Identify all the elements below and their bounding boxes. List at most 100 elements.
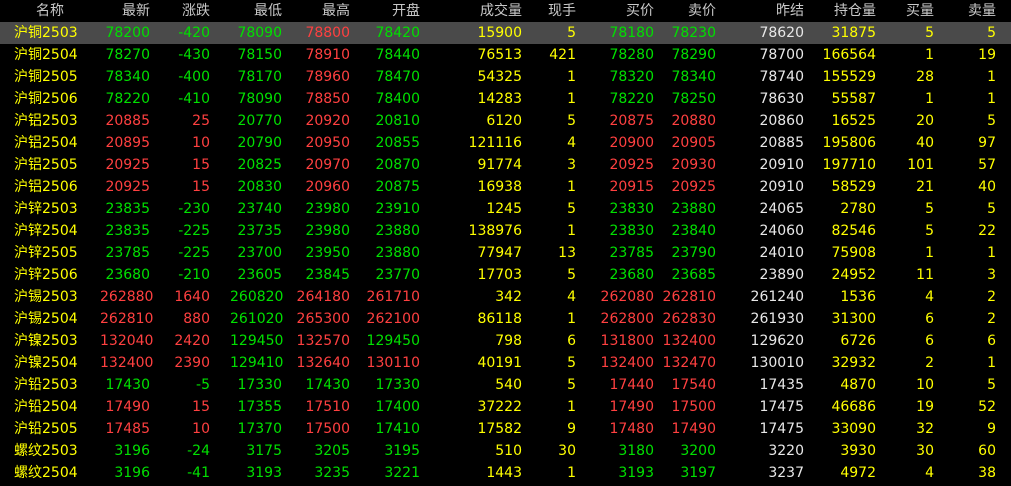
current-lot: 3 (567, 157, 576, 173)
bid-price: 17490 (609, 399, 654, 415)
price-change: 25 (192, 113, 210, 129)
price-change: -420 (178, 25, 210, 41)
bid-qty: 5 (925, 223, 934, 239)
high-price: 23980 (305, 223, 350, 239)
low-price: 78090 (237, 91, 282, 107)
low-price: 261020 (230, 311, 284, 327)
header-ask-qty[interactable]: 卖量 (950, 0, 996, 22)
bid-qty: 4 (925, 289, 934, 305)
open-interest: 31875 (831, 25, 876, 41)
header-open-interest[interactable]: 持仓量 (812, 0, 876, 22)
low-price: 3193 (246, 465, 282, 481)
open-price: 20875 (375, 179, 420, 195)
open-interest: 55587 (831, 91, 876, 107)
ask-price: 3200 (680, 443, 716, 459)
bid-price: 78320 (609, 69, 654, 85)
prev-settle: 17475 (759, 421, 804, 437)
table-row[interactable]: 沪锌2503 23835 -230 23740 23980 23910 1245 5 23830… (0, 198, 1011, 220)
high-price: 3235 (314, 465, 350, 481)
table-row[interactable]: 沪铝2506 20925 15 20830 20960 20875 16938 1 20915 2… (0, 176, 1011, 198)
bid-qty: 1 (925, 47, 934, 63)
table-row[interactable]: 沪铅2505 17485 10 17370 17500 17410 17582 9 17480 1… (0, 418, 1011, 440)
header-name[interactable]: 名称 (36, 0, 80, 22)
high-price: 20920 (305, 113, 350, 129)
contract-name: 沪铝2503 (14, 113, 78, 129)
open-price: 3195 (384, 443, 420, 459)
ask-qty: 22 (978, 223, 996, 239)
ask-qty: 9 (987, 421, 996, 437)
table-row[interactable]: 沪铜2504 78270 -430 78150 78910 78440 76513 421 78… (0, 44, 1011, 66)
header-prev-settle[interactable]: 昨结 (742, 0, 804, 22)
price-change: 1640 (174, 289, 210, 305)
open-interest: 24952 (831, 267, 876, 283)
high-price: 23950 (305, 245, 350, 261)
bid-price: 23830 (609, 223, 654, 239)
header-current-lot[interactable]: 现手 (540, 0, 576, 22)
table-row[interactable]: 沪铅2504 17490 15 17355 17510 17400 37222 1 17490 1… (0, 396, 1011, 418)
open-price: 20870 (375, 157, 420, 173)
volume: 6120 (486, 113, 522, 129)
table-row[interactable]: 沪锡2503 262880 1640 260820 264180 261710 342 4 26… (0, 286, 1011, 308)
table-row[interactable]: 沪锌2504 23835 -225 23735 23980 23880 138976 1 238… (0, 220, 1011, 242)
table-row[interactable]: 沪镍2503 132040 2420 129450 132570 129450 798 6 13… (0, 330, 1011, 352)
bid-price: 78220 (609, 91, 654, 107)
contract-name: 沪镍2504 (14, 355, 78, 371)
price-change: 880 (183, 311, 210, 327)
last-price: 262880 (100, 289, 154, 305)
current-lot: 4 (567, 289, 576, 305)
open-interest: 1536 (840, 289, 876, 305)
price-change: -41 (187, 465, 210, 481)
last-price: 17490 (105, 399, 150, 415)
last-price: 132040 (100, 333, 154, 349)
header-change[interactable]: 涨跌 (160, 0, 210, 22)
price-change: 15 (192, 157, 210, 173)
open-price: 130110 (366, 355, 420, 371)
header-last[interactable]: 最新 (100, 0, 150, 22)
high-price: 23845 (305, 267, 350, 283)
last-price: 23680 (105, 267, 150, 283)
prev-settle: 78620 (759, 25, 804, 41)
table-row[interactable]: 沪铜2505 78340 -400 78170 78960 78470 54325 1 7832… (0, 66, 1011, 88)
bid-price: 3193 (618, 465, 654, 481)
contract-name: 螺纹2504 (14, 465, 78, 481)
low-price: 78090 (237, 25, 282, 41)
price-change: 10 (192, 135, 210, 151)
table-row[interactable]: 沪铅2503 17430 -5 17330 17430 17330 540 5 17440 175… (0, 374, 1011, 396)
header-high[interactable]: 最高 (292, 0, 350, 22)
table-row[interactable]: 沪锌2506 23680 -210 23605 23845 23770 17703 5 2368… (0, 264, 1011, 286)
bid-price: 3180 (618, 443, 654, 459)
open-price: 17330 (375, 377, 420, 393)
header-bid[interactable]: 买价 (600, 0, 654, 22)
ask-price: 23840 (671, 223, 716, 239)
ask-qty: 60 (978, 443, 996, 459)
high-price: 78910 (305, 47, 350, 63)
header-open[interactable]: 开盘 (358, 0, 420, 22)
header-volume[interactable]: 成交量 (462, 0, 522, 22)
table-row[interactable]: 沪镍2504 132400 2390 129410 132640 130110 40191 5… (0, 352, 1011, 374)
table-row[interactable]: 沪铜2506 78220 -410 78090 78850 78400 14283 1 7822… (0, 88, 1011, 110)
low-price: 17370 (237, 421, 282, 437)
table-row[interactable]: 螺纹2504 3196 -41 3193 3235 3221 1443 1 3193 3197 32… (0, 462, 1011, 484)
table-row[interactable]: 沪铝2505 20925 15 20825 20970 20870 91774 3 20925 2… (0, 154, 1011, 176)
table-row[interactable]: 沪锡2504 262810 880 261020 265300 262100 86118 1 2… (0, 308, 1011, 330)
ask-qty: 2 (987, 289, 996, 305)
header-bid-qty[interactable]: 买量 (896, 0, 934, 22)
last-price: 78200 (105, 25, 150, 41)
high-price: 20960 (305, 179, 350, 195)
table-row[interactable]: 螺纹2503 3196 -24 3175 3205 3195 510 30 3180 3200 32… (0, 440, 1011, 462)
header-ask[interactable]: 卖价 (662, 0, 716, 22)
table-row[interactable]: 沪锌2505 23785 -225 23700 23950 23880 77947 13 237… (0, 242, 1011, 264)
table-row[interactable]: 沪铜2503 78200 -420 78090 78800 78420 15900 5 7818… (0, 22, 1011, 44)
bid-price: 131800 (600, 333, 654, 349)
price-change: -225 (178, 223, 210, 239)
volume: 54325 (477, 69, 522, 85)
bid-qty: 20 (916, 113, 934, 129)
last-price: 262810 (100, 311, 154, 327)
table-row[interactable]: 沪铝2504 20895 10 20790 20950 20855 121116 4 20900… (0, 132, 1011, 154)
volume: 16938 (477, 179, 522, 195)
header-low[interactable]: 最低 (230, 0, 282, 22)
high-price: 20970 (305, 157, 350, 173)
open-interest: 166564 (822, 47, 876, 63)
table-row[interactable]: 沪铝2503 20885 25 20770 20920 20810 6120 5 20875 20… (0, 110, 1011, 132)
ask-price: 23790 (671, 245, 716, 261)
